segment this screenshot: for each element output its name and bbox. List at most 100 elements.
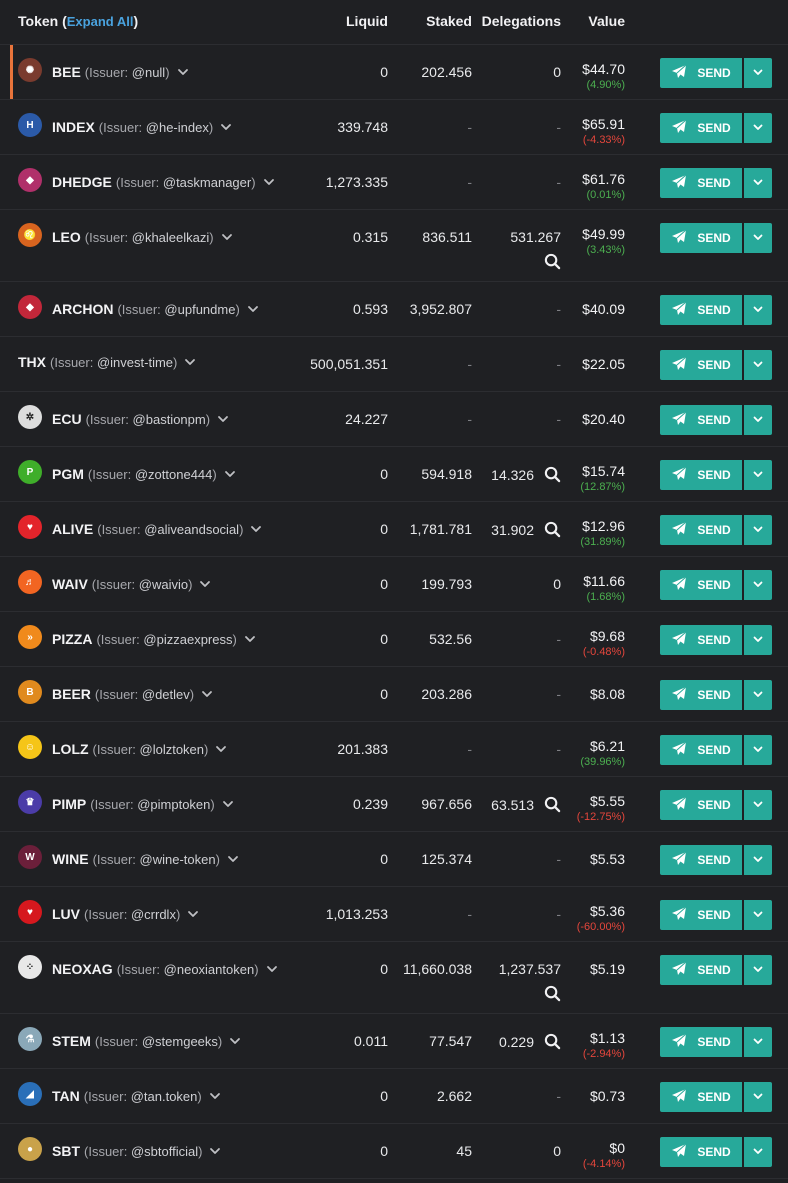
token-cell[interactable]: ☺ LOLZ (Issuer: @lolztoken) [18, 735, 228, 759]
chevron-down-icon[interactable] [221, 797, 235, 811]
send-button[interactable]: SEND [660, 168, 742, 198]
send-button[interactable]: SEND [660, 680, 742, 710]
chevron-down-icon[interactable] [186, 907, 200, 921]
chevron-down-icon[interactable] [262, 175, 276, 189]
chevron-down-icon[interactable] [219, 120, 233, 134]
send-dropdown-button[interactable] [744, 735, 772, 765]
header-delegations[interactable]: Delegations [482, 13, 561, 29]
chevron-down-icon[interactable] [183, 355, 197, 369]
search-icon[interactable] [544, 1033, 561, 1050]
token-cell[interactable]: ◆ DHEDGE (Issuer: @taskmanager) [18, 168, 276, 192]
send-button[interactable]: SEND [660, 58, 742, 88]
send-dropdown-button[interactable] [744, 680, 772, 710]
send-button[interactable]: SEND [660, 845, 742, 875]
send-dropdown-button[interactable] [744, 1027, 772, 1057]
send-button[interactable]: SEND [660, 223, 742, 253]
send-button[interactable]: SEND [660, 735, 742, 765]
send-button[interactable]: SEND [660, 460, 742, 490]
send-dropdown-button[interactable] [744, 570, 772, 600]
send-dropdown-button[interactable] [744, 790, 772, 820]
search-icon[interactable] [544, 796, 561, 813]
header-value[interactable]: Value [588, 13, 625, 29]
header-liquid[interactable]: Liquid [346, 13, 388, 29]
send-dropdown-button[interactable] [744, 58, 772, 88]
search-icon[interactable] [544, 466, 561, 483]
token-symbol: LOLZ [52, 741, 89, 757]
send-dropdown-button[interactable] [744, 168, 772, 198]
token-cell[interactable]: H INDEX (Issuer: @he-index) [18, 113, 233, 137]
send-dropdown-button[interactable] [744, 295, 772, 325]
send-dropdown-button[interactable] [744, 460, 772, 490]
token-cell[interactable]: ◢ TAN (Issuer: @tan.token) [18, 1082, 222, 1106]
token-cell[interactable]: THX (Issuer: @invest-time) [18, 354, 197, 370]
chevron-down-icon[interactable] [200, 687, 214, 701]
send-dropdown-button[interactable] [744, 625, 772, 655]
send-dropdown-button[interactable] [744, 955, 772, 985]
send-button[interactable]: SEND [660, 295, 742, 325]
send-button[interactable]: SEND [660, 515, 742, 545]
token-cell[interactable]: ◆ ARCHON (Issuer: @upfundme) [18, 295, 260, 319]
send-button[interactable]: SEND [660, 405, 742, 435]
send-button[interactable]: SEND [660, 113, 742, 143]
token-cell[interactable]: ♥ ALIVE (Issuer: @aliveandsocial) [18, 515, 263, 539]
header-staked[interactable]: Staked [426, 13, 472, 29]
search-icon[interactable] [544, 521, 561, 538]
send-button[interactable]: SEND [660, 570, 742, 600]
chevron-down-icon[interactable] [214, 742, 228, 756]
token-cell[interactable]: B BEER (Issuer: @detlev) [18, 680, 214, 704]
token-cell[interactable]: ⚗ STEM (Issuer: @stemgeeks) [18, 1027, 242, 1051]
send-button[interactable]: SEND [660, 350, 742, 380]
send-dropdown-button[interactable] [744, 1082, 772, 1112]
chevron-down-icon[interactable] [243, 632, 257, 646]
chevron-down-icon[interactable] [223, 467, 237, 481]
send-button[interactable]: SEND [660, 1082, 742, 1112]
chevron-down-icon[interactable] [208, 1089, 222, 1103]
send-button[interactable]: SEND [660, 955, 742, 985]
chevron-down-icon[interactable] [220, 230, 234, 244]
send-button[interactable]: SEND [660, 1137, 742, 1167]
chevron-down-icon[interactable] [216, 412, 230, 426]
chevron-down-icon[interactable] [265, 962, 279, 976]
token-cell[interactable]: P PGM (Issuer: @zottone444) [18, 460, 237, 484]
token-cell[interactable]: ⁘ NEOXAG (Issuer: @neoxiantoken) [18, 955, 279, 979]
issuer-name: @zottone444 [134, 466, 213, 482]
token-cell[interactable]: ♬ WAIV (Issuer: @waivio) [18, 570, 212, 594]
token-cell[interactable]: ● SBT (Issuer: @sbtofficial) [18, 1137, 222, 1161]
send-dropdown-button[interactable] [744, 1137, 772, 1167]
send-button[interactable]: SEND [660, 625, 742, 655]
chevron-down-icon [752, 852, 764, 868]
chevron-down-icon[interactable] [249, 522, 263, 536]
chevron-down-icon[interactable] [198, 577, 212, 591]
token-cell[interactable]: ✲ ECU (Issuer: @bastionpm) [18, 405, 230, 429]
value-amount: $49.99 [582, 226, 625, 242]
search-icon[interactable] [544, 253, 561, 270]
token-cell[interactable]: » PIZZA (Issuer: @pizzaexpress) [18, 625, 257, 649]
send-dropdown-button[interactable] [744, 515, 772, 545]
send-dropdown-button[interactable] [744, 113, 772, 143]
chevron-down-icon[interactable] [228, 1034, 242, 1048]
send-button[interactable]: SEND [660, 790, 742, 820]
send-dropdown-button[interactable] [744, 405, 772, 435]
token-cell[interactable]: ♌ LEO (Issuer: @khaleelkazi) [18, 223, 234, 247]
tan-token-icon: ◢ [18, 1082, 42, 1106]
send-button[interactable]: SEND [660, 900, 742, 930]
chevron-down-icon[interactable] [208, 1144, 222, 1158]
chevron-down-icon[interactable] [246, 302, 260, 316]
send-dropdown-button[interactable] [744, 900, 772, 930]
send-button[interactable]: SEND [660, 1027, 742, 1057]
token-cell[interactable]: ✺ BEE (Issuer: @null) [18, 58, 190, 82]
token-cell[interactable]: ♥ LUV (Issuer: @crrdlx) [18, 900, 200, 924]
token-cell[interactable]: ♛ PIMP (Issuer: @pimptoken) [18, 790, 235, 814]
send-dropdown-button[interactable] [744, 223, 772, 253]
liquid-value: 0.239 [352, 796, 388, 812]
chevron-down-icon [752, 687, 764, 703]
send-dropdown-button[interactable] [744, 845, 772, 875]
issuer-name: @tan.token [130, 1088, 198, 1104]
delegations-cell: - [556, 741, 561, 757]
search-icon[interactable] [544, 985, 561, 1002]
send-dropdown-button[interactable] [744, 350, 772, 380]
expand-all-link[interactable]: Expand All [67, 14, 134, 29]
token-cell[interactable]: W WINE (Issuer: @wine-token) [18, 845, 240, 869]
chevron-down-icon[interactable] [176, 65, 190, 79]
chevron-down-icon[interactable] [226, 852, 240, 866]
